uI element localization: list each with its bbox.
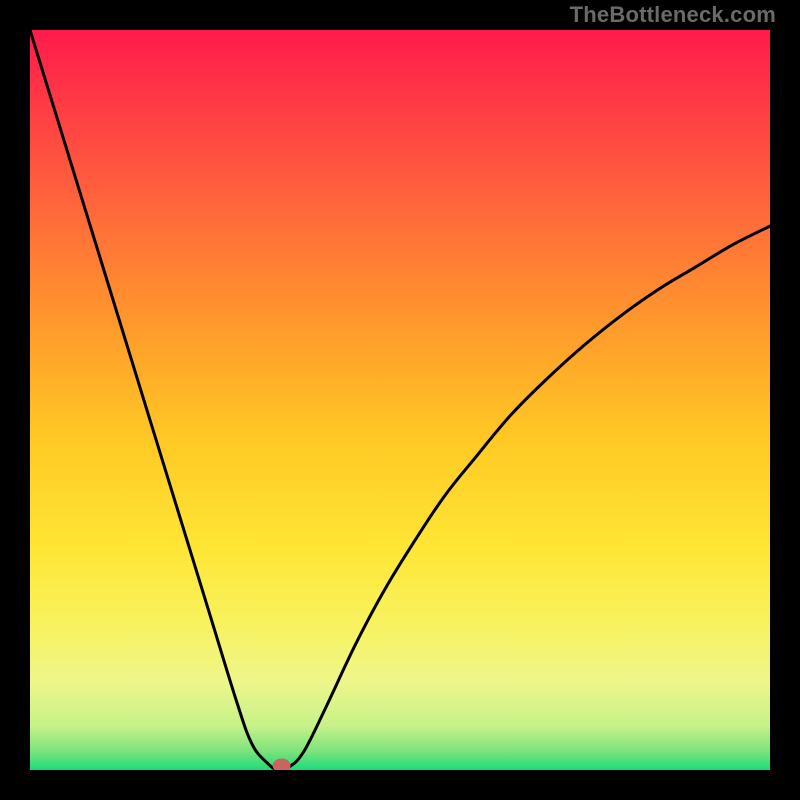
chart-svg: [30, 30, 770, 770]
chart-frame: TheBottleneck.com: [0, 0, 800, 800]
gradient-background: [30, 30, 770, 770]
plot-area: [30, 30, 770, 770]
watermark-text: TheBottleneck.com: [570, 2, 776, 28]
